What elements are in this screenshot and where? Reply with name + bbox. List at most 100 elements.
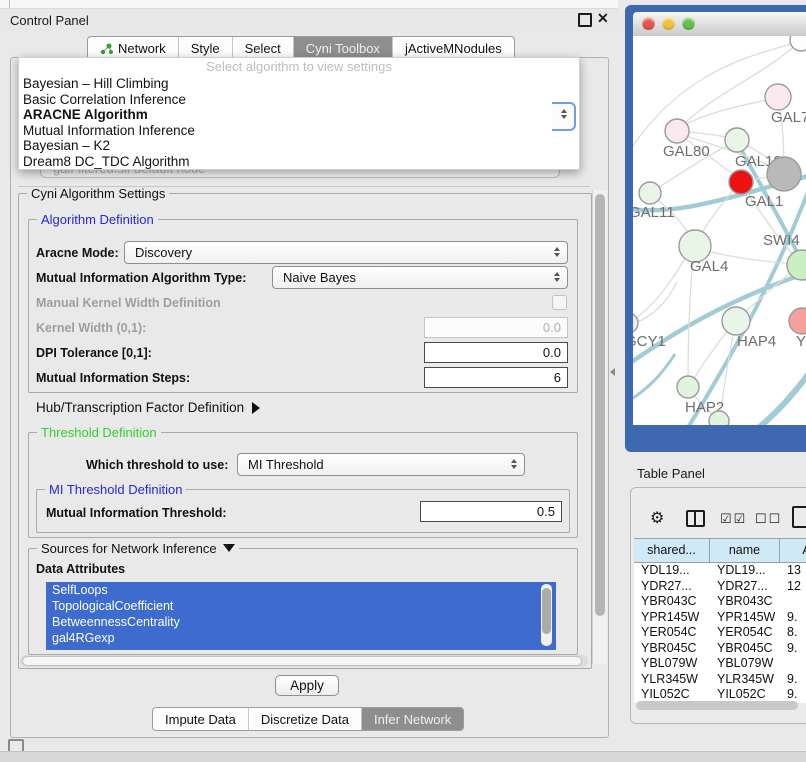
sources-collapse-arrow-icon — [223, 544, 235, 552]
network-edge[interactable] — [683, 184, 806, 425]
table-columns-icon[interactable] — [686, 510, 705, 527]
table-cell — [780, 656, 806, 672]
network-node-hap2[interactable] — [677, 376, 699, 398]
network-node[interactable] — [767, 157, 801, 191]
network-node-gal10[interactable] — [725, 128, 749, 152]
network-node-gcy1[interactable] — [633, 313, 638, 333]
combo-stepper-icon — [554, 272, 560, 282]
table-cell: YBR043C — [710, 594, 780, 610]
manual-kernel-checkbox[interactable] — [552, 295, 567, 310]
algorithm-option-bayesian-k2[interactable]: Bayesian – K2 — [19, 138, 579, 154]
network-node-gal80[interactable] — [665, 119, 689, 143]
table-cell: YBR045C — [634, 641, 710, 657]
table-horizontal-scrollbar-thumb[interactable] — [636, 701, 798, 710]
network-node-swi4[interactable] — [787, 250, 806, 280]
network-edge[interactable] — [633, 282, 677, 326]
panel-splitter-arrow[interactable] — [610, 368, 615, 376]
aracne-mode-label: Aracne Mode: — [36, 246, 119, 260]
deselect-all-checkboxes-icon[interactable]: ☐☐ — [755, 511, 782, 527]
mi-threshold-field[interactable]: 0.5 — [420, 501, 562, 522]
algorithm-option-basic-correlation-inference[interactable]: Basic Correlation Inference — [19, 92, 579, 108]
which-threshold-value: MI Threshold — [248, 457, 324, 472]
list-item[interactable]: gal4RGexp — [46, 630, 556, 646]
tab-select[interactable]: Select — [233, 37, 294, 59]
network-node-gal1[interactable] — [729, 170, 753, 194]
table-horizontal-scrollbar[interactable] — [636, 700, 804, 711]
table-row[interactable]: YBL079WYBL079W — [634, 656, 806, 672]
cyni-bottom-tabs: Impute DataDiscretize DataInfer Network — [152, 707, 464, 731]
table-cell: YDL19... — [634, 563, 710, 579]
list-item[interactable]: TopologicalCoefficient — [46, 598, 556, 614]
table-row[interactable]: YPR145WYPR145W9. — [634, 610, 806, 626]
network-node-hap4[interactable] — [722, 307, 750, 335]
apply-button[interactable]: Apply — [275, 675, 339, 696]
tab-cyni-toolbox[interactable]: Cyni Toolbox — [294, 37, 393, 59]
network-edge[interactable] — [691, 324, 733, 384]
window-minimize-icon[interactable] — [662, 17, 675, 30]
network-edge[interactable] — [633, 354, 675, 404]
network-view-canvas[interactable]: GAL7GAL80GAL10GAL1GAL11SWI4GAL4GCY1HAP4Y… — [633, 36, 806, 425]
attributes-list-scrollbar-thumb[interactable] — [542, 588, 551, 634]
hub-definition-expander[interactable]: Hub/Transcription Factor Definition — [36, 400, 260, 415]
table-row[interactable]: YBR043CYBR043C — [634, 594, 806, 610]
column-header-shared[interactable]: shared... — [634, 539, 710, 562]
algorithm-option-aracne-algorithm[interactable]: ARACNE Algorithm — [19, 107, 579, 123]
network-edge[interactable] — [633, 248, 691, 324]
network-node-gal11[interactable] — [639, 182, 661, 204]
cyni-settings-group-title: Cyni Algorithm Settings — [27, 186, 169, 201]
mi-steps-field[interactable]: 6 — [424, 367, 568, 388]
table-cell: YPR145W — [710, 610, 780, 626]
node-label: GAL7 — [771, 109, 806, 126]
algorithm-option-dream8-dc-tdc-algorithm[interactable]: Dream8 DC_TDC Algorithm — [19, 154, 579, 170]
sources-group-title: Sources for Network Inference — [37, 541, 239, 556]
algorithm-option-bayesian-hill-climbing[interactable]: Bayesian – Hill Climbing — [19, 76, 579, 92]
node-label: GCY1 — [633, 333, 666, 350]
table-row[interactable]: YLR345WYLR345W9. — [634, 672, 806, 688]
network-window-titlebar[interactable] — [633, 12, 806, 37]
dpi-tolerance-field[interactable]: 0.0 — [424, 342, 568, 363]
which-threshold-combo[interactable]: MI Threshold — [237, 453, 525, 476]
network-edge[interactable] — [751, 362, 806, 425]
tab-style[interactable]: Style — [179, 37, 233, 59]
algorithm-combo-focus-ring[interactable] — [552, 102, 576, 131]
aracne-mode-combo[interactable]: Discovery — [124, 241, 568, 264]
window-close-icon[interactable] — [642, 17, 655, 30]
mi-type-combo[interactable]: Naive Bayes — [272, 266, 568, 289]
column-header-a[interactable]: A — [780, 539, 806, 562]
network-edge[interactable] — [633, 270, 806, 368]
window-zoom-icon[interactable] — [682, 17, 695, 30]
tab-network[interactable]: Network — [88, 37, 179, 59]
column-header-name[interactable]: name — [710, 539, 780, 562]
table-row[interactable]: YER054CYER054C8. — [634, 625, 806, 641]
table-cell: 12 — [780, 579, 806, 595]
select-all-checkboxes-icon[interactable]: ☑☑ — [720, 511, 747, 527]
network-edge[interactable] — [679, 98, 778, 129]
table-row[interactable]: YBR045CYBR045C9. — [634, 641, 806, 657]
table-cell: YLR345W — [634, 672, 710, 688]
settings-horizontal-scrollbar[interactable] — [20, 655, 588, 667]
export-table-file-icon[interactable] — [792, 506, 806, 528]
mi-type-label: Mutual Information Algorithm Type: — [36, 271, 246, 285]
float-panel-icon[interactable] — [578, 13, 592, 27]
attributes-list-scrollbar[interactable] — [541, 584, 552, 646]
settings-horizontal-scrollbar-thumb[interactable] — [22, 656, 582, 666]
table-cell: YPR145W — [634, 610, 710, 626]
table-settings-gear-icon[interactable]: ⚙ — [650, 508, 664, 528]
list-item[interactable]: SelfLoops — [46, 582, 556, 598]
tab-jactivemnodules[interactable]: jActiveMNodules — [393, 37, 514, 59]
network-node-gal7[interactable] — [765, 84, 791, 110]
node-label: GAL1 — [745, 193, 783, 210]
table-row[interactable]: YDL19...YDL19...13 — [634, 563, 806, 579]
tab-discretize-data[interactable]: Discretize Data — [249, 708, 362, 730]
settings-scrollbar-thumb[interactable] — [595, 194, 605, 616]
tab-infer-network[interactable]: Infer Network — [362, 708, 463, 730]
tab-impute-data[interactable]: Impute Data — [153, 708, 249, 730]
list-item[interactable]: BetweennessCentrality — [46, 614, 556, 630]
kernel-width-field[interactable]: 0.0 — [424, 317, 568, 338]
close-panel-icon[interactable]: ✕ — [597, 10, 609, 27]
settings-scrollbar[interactable] — [592, 190, 607, 664]
network-node[interactable] — [709, 411, 729, 425]
table-row[interactable]: YDR27...YDR27...12 — [634, 579, 806, 595]
algorithm-option-mutual-information-inference[interactable]: Mutual Information Inference — [19, 123, 579, 139]
network-node-y[interactable] — [789, 308, 806, 334]
